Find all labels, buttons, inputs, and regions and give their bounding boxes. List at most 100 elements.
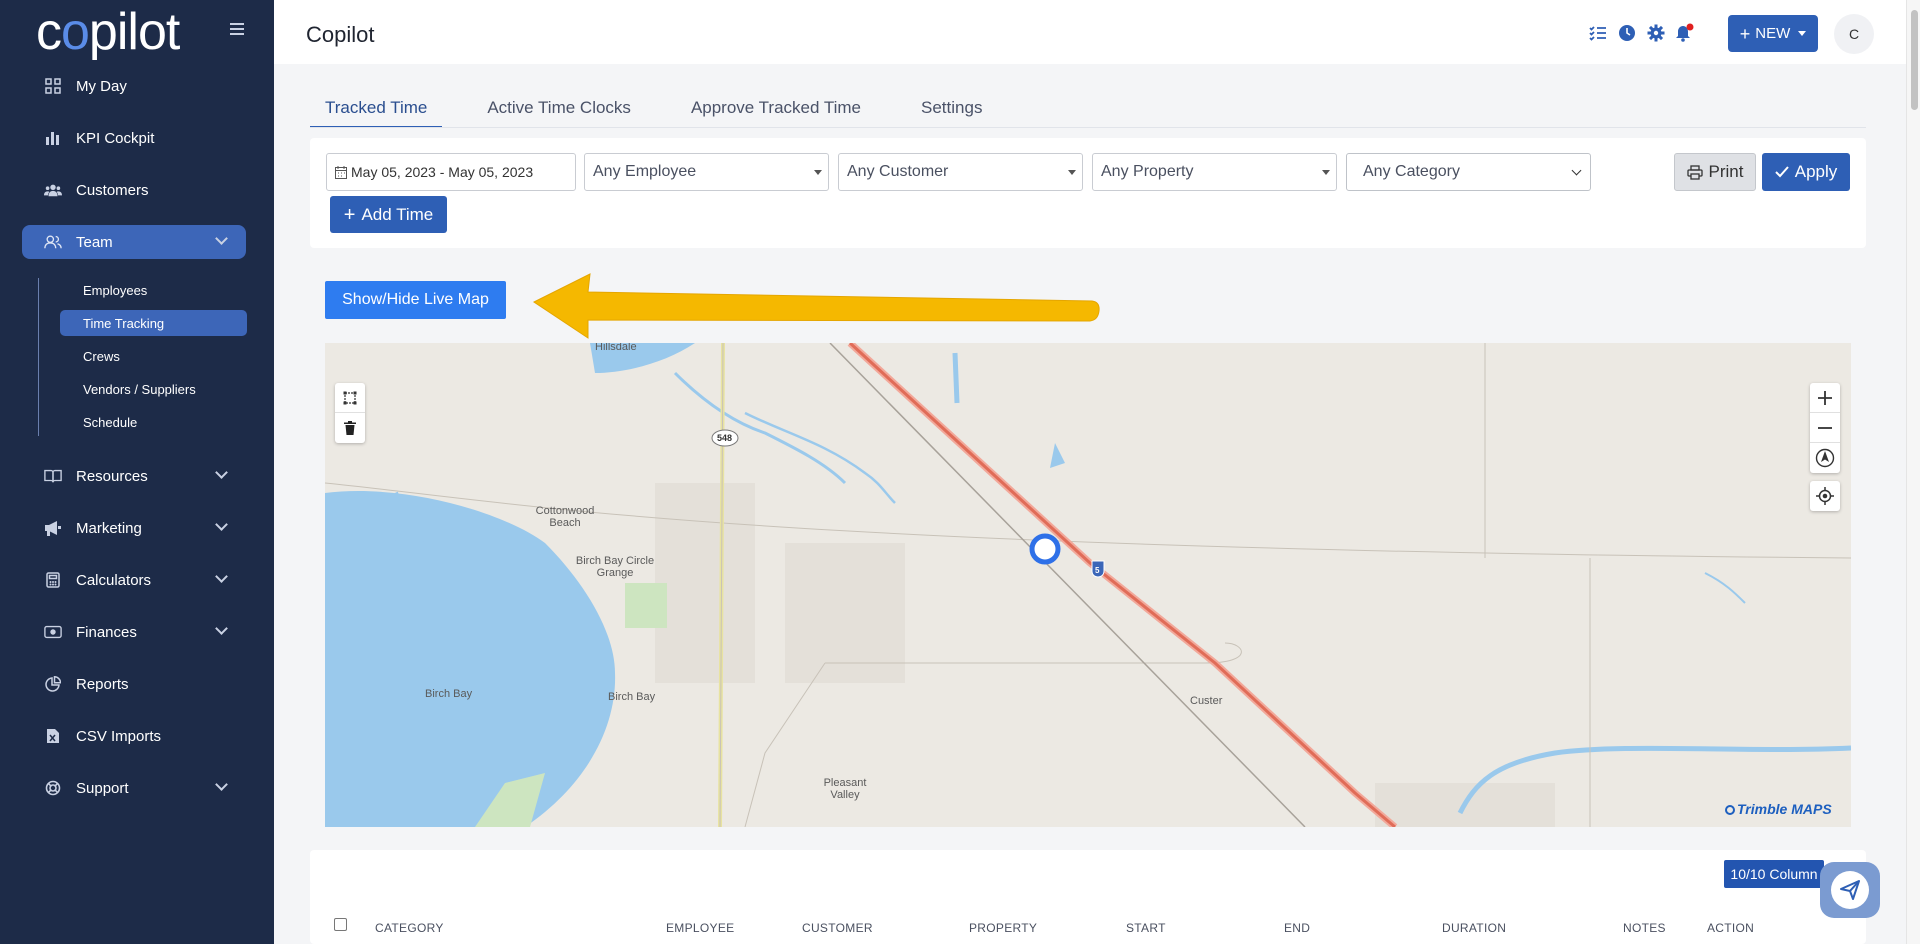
tab-active-time-clocks[interactable]: Active Time Clocks (472, 92, 646, 128)
trimble-maps-logo: Trimble MAPS (1725, 801, 1832, 817)
csv-file-icon (44, 727, 62, 745)
show-hide-live-map-button[interactable]: Show/Hide Live Map (325, 281, 506, 319)
sidebar-item-label: Marketing (76, 519, 142, 537)
checklist-icon[interactable] (1588, 23, 1608, 43)
map-canvas[interactable] (325, 343, 1851, 827)
draw-tools (335, 383, 365, 443)
sidebar-item-label: Reports (76, 675, 129, 693)
clock-icon[interactable] (1617, 23, 1637, 43)
map-label: Hillsdale (595, 343, 637, 353)
grid-icon (44, 77, 62, 95)
sidebar-item-kpi-cockpit[interactable]: KPI Cockpit (22, 121, 246, 155)
print-button[interactable]: Print (1674, 153, 1756, 191)
column-header-start[interactable]: START (1126, 921, 1166, 935)
chevron-down-icon (215, 778, 228, 791)
new-button[interactable]: + NEW (1728, 15, 1818, 52)
tab-approve-tracked-time[interactable]: Approve Tracked Time (676, 92, 876, 128)
column-header-customer[interactable]: CUSTOMER (802, 921, 873, 935)
sidebar-item-my-day[interactable]: My Day (22, 69, 246, 103)
sidebar: copilot My Day KPI Cockpit Customers Tea… (0, 0, 274, 944)
zoom-in-icon[interactable] (1810, 383, 1840, 413)
zoom-out-icon[interactable] (1810, 413, 1840, 443)
select-all-checkbox[interactable] (334, 918, 347, 931)
sidebar-item-support[interactable]: Support (22, 771, 246, 805)
chevron-down-icon (215, 518, 228, 531)
column-header-duration[interactable]: DURATION (1442, 921, 1506, 935)
logo[interactable]: copilot (36, 2, 180, 62)
caret-down-icon (1068, 170, 1076, 175)
sidebar-subitem-vendors[interactable]: Vendors / Suppliers (60, 376, 247, 402)
map-label: Pleasant Valley (823, 777, 867, 801)
sidebar-item-label: KPI Cockpit (76, 129, 155, 147)
column-header-category[interactable]: CATEGORY (375, 921, 444, 935)
hamburger-menu-icon[interactable] (230, 20, 244, 38)
chevron-down-icon (215, 232, 228, 245)
column-header-notes[interactable]: NOTES (1623, 921, 1666, 935)
draw-polygon-icon[interactable] (335, 383, 365, 413)
sidebar-item-label: Finances (76, 623, 137, 641)
top-bar: Copilot + NEW C (274, 0, 1906, 64)
date-range-field[interactable]: May 05, 2023 - May 05, 2023 (326, 153, 576, 191)
tab-tracked-time[interactable]: Tracked Time (310, 92, 443, 128)
geolocate-icon[interactable] (1810, 481, 1840, 511)
column-header-end[interactable]: END (1284, 921, 1310, 935)
scrollbar-thumb[interactable] (1911, 10, 1918, 110)
tab-divider (310, 127, 1866, 128)
column-header-action[interactable]: ACTION (1707, 921, 1754, 935)
column-header-employee[interactable]: EMPLOYEE (666, 921, 734, 935)
map-label: Birch Bay Circle Grange (575, 555, 655, 579)
chevron-down-icon (215, 622, 228, 635)
trash-icon[interactable] (335, 413, 365, 443)
chat-widget-button[interactable] (1820, 862, 1880, 918)
sidebar-item-team[interactable]: Team (22, 225, 246, 259)
plus-icon: + (343, 203, 356, 226)
sidebar-item-calculators[interactable]: Calculators (22, 563, 246, 597)
column-visibility-button[interactable]: 10/10 Column (1724, 860, 1824, 888)
customer-select[interactable]: Any Customer (838, 153, 1083, 191)
sidebar-item-label: Team (76, 233, 113, 251)
sidebar-item-label: My Day (76, 77, 127, 95)
money-icon (44, 623, 62, 641)
sidebar-item-resources[interactable]: Resources (22, 459, 246, 493)
chevron-down-icon (1571, 165, 1582, 176)
sidebar-item-label: Customers (76, 181, 149, 199)
property-select[interactable]: Any Property (1092, 153, 1337, 191)
bell-icon[interactable] (1674, 23, 1694, 43)
add-time-button[interactable]: + Add Time (330, 196, 447, 233)
sidebar-subitem-time-tracking[interactable]: Time Tracking (60, 310, 247, 336)
avatar[interactable]: C (1834, 14, 1874, 54)
annotation-arrow-icon (533, 273, 1100, 339)
submenu-divider (38, 278, 39, 436)
apply-button[interactable]: Apply (1762, 153, 1850, 191)
sidebar-subitem-employees[interactable]: Employees (60, 277, 247, 303)
user-team-icon (44, 233, 62, 251)
caret-down-icon (814, 170, 822, 175)
live-map[interactable]: Hillsdale 548 Cottonwood Beach Birch Bay… (325, 343, 1851, 827)
category-select[interactable]: Any Category (1346, 153, 1591, 191)
page-scrollbar[interactable] (1906, 0, 1920, 944)
column-header-property[interactable]: PROPERTY (969, 921, 1037, 935)
sidebar-item-finances[interactable]: Finances (22, 615, 246, 649)
sidebar-item-marketing[interactable]: Marketing (22, 511, 246, 545)
users-icon (44, 181, 62, 199)
tab-settings[interactable]: Settings (906, 92, 997, 128)
sidebar-item-csv-imports[interactable]: CSV Imports (22, 719, 246, 753)
megaphone-icon (44, 519, 62, 537)
gear-icon[interactable] (1646, 23, 1666, 43)
compass-icon[interactable] (1810, 443, 1840, 473)
map-label: Cottonwood Beach (535, 505, 595, 529)
check-icon (1775, 166, 1789, 178)
map-label: Custer (1190, 695, 1223, 707)
sidebar-item-reports[interactable]: Reports (22, 667, 246, 701)
employee-select[interactable]: Any Employee (584, 153, 829, 191)
sidebar-item-customers[interactable]: Customers (22, 173, 246, 207)
sidebar-subitem-crews[interactable]: Crews (60, 343, 247, 369)
tabs: Tracked Time Active Time Clocks Approve … (310, 92, 1027, 128)
filter-card: May 05, 2023 - May 05, 2023 Any Employee… (310, 138, 1866, 248)
printer-icon (1686, 164, 1703, 180)
caret-down-icon (1798, 31, 1807, 36)
calculator-icon (44, 571, 62, 589)
sidebar-subitem-schedule[interactable]: Schedule (60, 409, 247, 435)
map-label: Birch Bay (425, 688, 473, 700)
zoom-controls (1810, 383, 1840, 473)
